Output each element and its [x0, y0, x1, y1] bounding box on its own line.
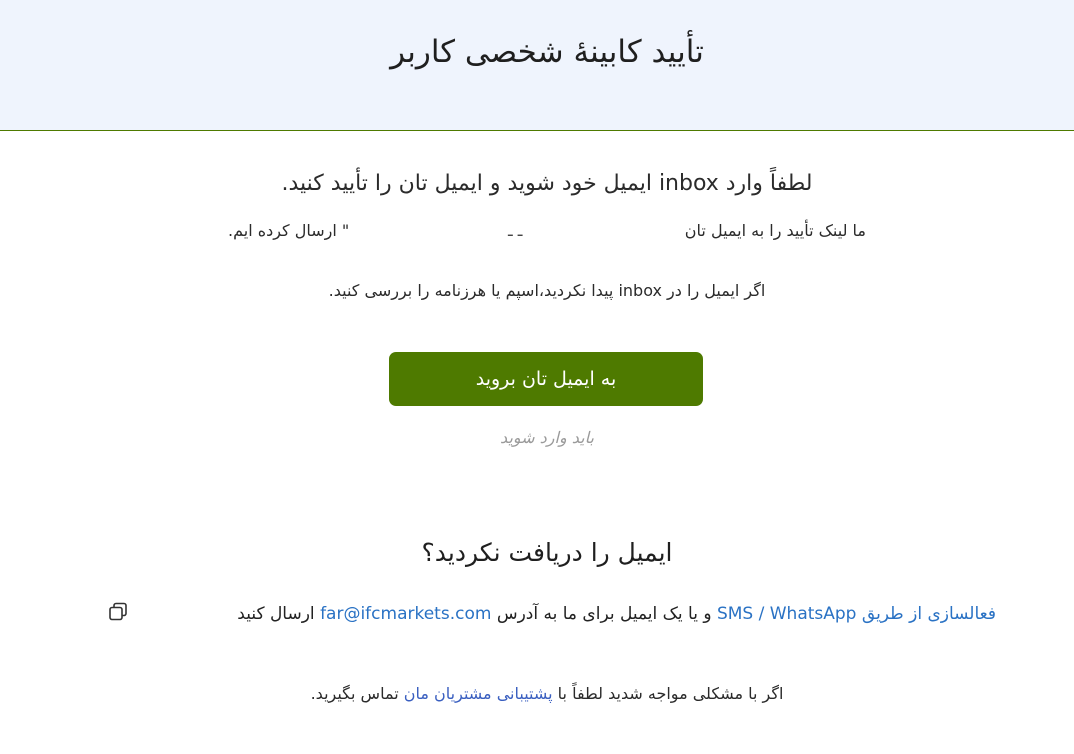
sent-message-part1: ما لینک تأیید را به ایمیل تان: [684, 221, 866, 240]
support-email-link[interactable]: far@ifcmarkets.com: [320, 604, 491, 624]
sent-message-part2: " ارسال کرده ایم.: [228, 221, 350, 240]
masked-email: ـ ـ: [508, 221, 523, 240]
go-to-email-button[interactable]: به ایمیل تان بروید: [389, 352, 703, 406]
support-suffix: تماس بگیرید.: [310, 684, 399, 703]
support-line: اگر با مشکلی مواجه شدید لطفاً با پشتیبان…: [0, 684, 1074, 703]
not-received-heading: ایمیل را دریافت نکردید؟: [421, 538, 673, 567]
page: تأیید کابینهٔ شخصی کاربر لطفاً وارد inbo…: [0, 0, 1074, 754]
spam-hint: اگر ایمیل را در inbox پیدا نکردید،اسپم ی…: [328, 281, 766, 300]
customer-support-link[interactable]: پشتیبانی مشتریان مان: [404, 684, 553, 703]
sms-whatsapp-link[interactable]: SMS / WhatsApp: [717, 604, 857, 624]
resend-end-text: ارسال کنید: [237, 604, 315, 624]
login-required-note: باید وارد شوید: [500, 428, 594, 447]
resend-middle-text: و یا یک ایمیل برای ما به آدرس: [496, 604, 712, 624]
support-prefix: اگر با مشکلی مواجه شدید لطفاً با: [557, 684, 784, 703]
page-title: تأیید کابینهٔ شخصی کاربر: [390, 34, 704, 70]
activation-link[interactable]: فعالسازی از طریق: [862, 604, 996, 624]
resend-options: فعالسازی از طریق SMS / WhatsApp و یا یک …: [0, 604, 1074, 632]
sent-message: ما لینک تأیید را به ایمیل تان ـ ـ " ارسا…: [0, 221, 1074, 247]
instruction-heading: لطفاً وارد inbox ایمیل خود شوید و ایمیل …: [281, 171, 813, 196]
header-bar: تأیید کابینهٔ شخصی کاربر: [0, 0, 1074, 131]
copy-icon[interactable]: [108, 602, 128, 622]
resend-text: فعالسازی از طریق SMS / WhatsApp و یا یک …: [237, 604, 996, 624]
